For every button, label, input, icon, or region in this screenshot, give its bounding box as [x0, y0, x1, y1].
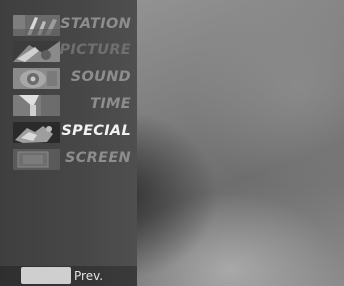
menu-item-time-label: TIME: [90, 96, 131, 112]
menu-item-sound-label: SOUND: [70, 69, 131, 85]
osd-menu-sidebar: STATION PICTURE SOUND TIME SPECIAL SCREE…: [0, 0, 137, 286]
screen-icon: [13, 149, 60, 170]
menu-item-special[interactable]: SPECIAL: [0, 120, 137, 145]
menu-item-time[interactable]: TIME: [0, 93, 137, 118]
prev-label: Prev.: [74, 269, 104, 283]
special-icon: [13, 122, 60, 143]
prev-button[interactable]: [21, 267, 71, 284]
picture-icon: [13, 41, 60, 62]
menu-item-sound[interactable]: SOUND: [0, 66, 137, 91]
menu-item-picture[interactable]: PICTURE: [0, 39, 137, 64]
menu-item-screen[interactable]: SCREEN: [0, 147, 137, 172]
menu-item-station-label: STATION: [60, 16, 131, 32]
antenna-icon: [13, 15, 60, 36]
menu-item-station[interactable]: STATION: [0, 13, 137, 38]
clock-icon: [13, 95, 60, 116]
sound-icon: [13, 68, 60, 89]
tv-screen: STATION PICTURE SOUND TIME SPECIAL SCREE…: [0, 0, 344, 286]
menu-item-picture-label: PICTURE: [59, 42, 131, 58]
menu-item-special-label: SPECIAL: [61, 123, 131, 139]
menu-item-screen-label: SCREEN: [65, 150, 131, 166]
